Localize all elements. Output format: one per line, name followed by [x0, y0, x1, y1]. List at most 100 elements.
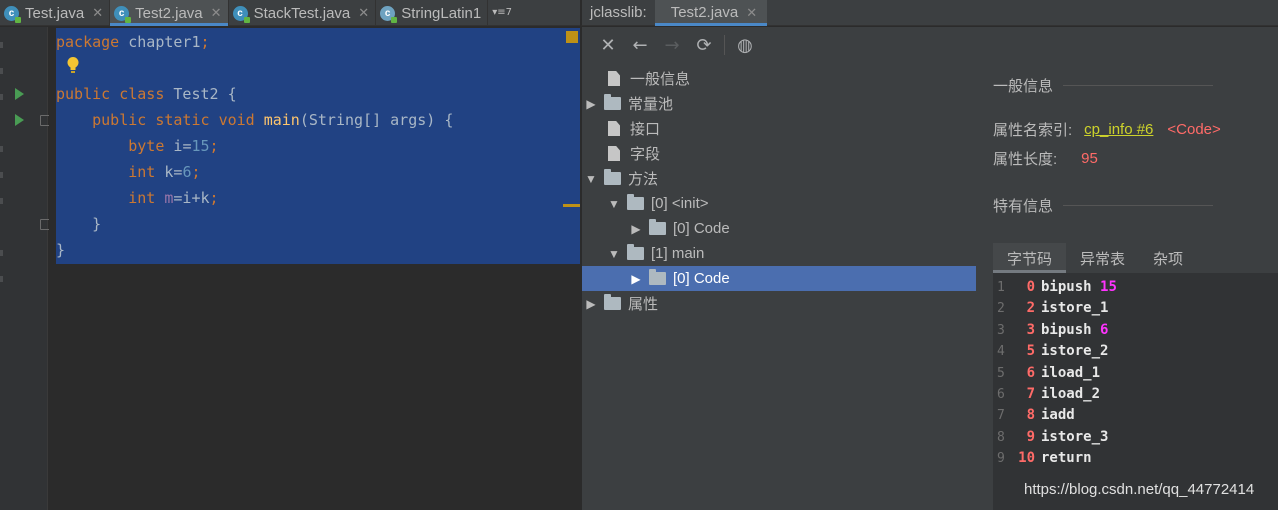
bytecode-line: 8 9 istore_3: [993, 427, 1108, 448]
tab-exception-table[interactable]: 异常表: [1066, 243, 1139, 273]
close-icon[interactable]: ✕: [211, 5, 222, 21]
tree-item-method-init[interactable]: ▼ [0] <init>: [607, 191, 709, 216]
expand-arrow-icon[interactable]: ▶: [629, 222, 643, 236]
attribute-length-row: 属性长度: 95: [993, 148, 1098, 169]
close-icon[interactable]: ✕: [92, 5, 103, 21]
run-class-icon[interactable]: [15, 88, 24, 100]
error-stripe-marker[interactable]: [563, 204, 580, 207]
tab-jclasslib-test2[interactable]: Test2.java ✕: [654, 0, 768, 26]
bytecode-offset: 7: [1026, 386, 1035, 402]
line-number: 6: [997, 387, 1005, 402]
tab-bytecode[interactable]: 字节码: [993, 243, 1067, 273]
line-number: 7: [997, 408, 1005, 424]
folder-icon: [627, 194, 644, 210]
tab-stacktest-java[interactable]: c StackTest.java ✕: [229, 0, 377, 26]
expand-arrow-icon[interactable]: ▶: [584, 97, 598, 111]
line-number: 2: [997, 301, 1005, 317]
collapse-arrow-icon[interactable]: ▼: [607, 197, 621, 211]
bytecode-line: 4 5 istore_2: [993, 341, 1108, 362]
code-line: int k=6;: [56, 159, 200, 185]
closing-brace: }: [92, 215, 102, 233]
tree-item-attributes[interactable]: ▶ 属性: [584, 291, 658, 316]
section-title: 特有信息: [993, 198, 1054, 215]
opcode-argument: 15: [1100, 279, 1117, 295]
expand-arrow-icon[interactable]: ▶: [584, 297, 598, 311]
detail-panel: 一般信息 属性名索引: cp_info #6 <Code> 属性长度: 95 特…: [976, 63, 1278, 510]
lightbulb-icon[interactable]: [66, 56, 80, 74]
line-number: [0, 146, 3, 152]
forward-arrow-icon[interactable]: →: [656, 31, 688, 59]
bytecode-listing[interactable]: 1 0 bipush 15 2 2 istore_1 3 3 bipush 6 4 5 istore_…: [993, 273, 1278, 510]
bytecode-offset: 3: [1026, 321, 1035, 338]
tree-item-label: 常量池: [628, 96, 674, 113]
tab-misc[interactable]: 杂项: [1139, 243, 1197, 273]
line-number: [0, 250, 3, 256]
opcode: istore_1: [1041, 300, 1109, 317]
keyword: void: [218, 111, 255, 129]
line-number: 8: [997, 429, 1005, 445]
tree-item-label: 一般信息: [630, 71, 691, 88]
tree-item-interfaces[interactable]: 接口: [606, 116, 660, 141]
tree-item-init-code[interactable]: ▶ [0] Code: [629, 216, 730, 241]
attribute-name-label: 属性名索引:: [993, 122, 1073, 139]
attribute-name-value: <Code>: [1167, 121, 1221, 138]
tree-item-label: 属性: [628, 296, 659, 313]
keyword: byte: [128, 137, 165, 155]
expression: =i+k: [173, 189, 210, 207]
warning-stripe-marker[interactable]: [566, 31, 578, 43]
toolbar-separator: [724, 35, 725, 55]
bytecode-line: 2 2 istore_1: [993, 298, 1108, 319]
tab-stringlatin1[interactable]: c StringLatin1: [376, 0, 489, 26]
globe-icon[interactable]: ◍: [729, 31, 761, 59]
tab-test-java[interactable]: c Test.java ✕: [0, 0, 111, 26]
tab-test2-java[interactable]: c Test2.java ✕: [110, 0, 229, 26]
section-divider: [1063, 85, 1214, 86]
run-main-icon[interactable]: [15, 114, 24, 126]
opcode: istore_3: [1041, 428, 1109, 445]
tree-item-method-main[interactable]: ▼ [1] main: [607, 241, 704, 266]
tab-label: Test2.java: [135, 4, 203, 22]
code-line: }: [56, 211, 101, 237]
code-line: int m=i+k;: [56, 185, 219, 211]
back-arrow-icon[interactable]: ←: [624, 31, 656, 59]
tree-item-label: [1] main: [651, 245, 705, 262]
closing-brace: }: [56, 241, 66, 259]
collapse-arrow-icon[interactable]: ▼: [607, 247, 621, 261]
line-number: [0, 94, 3, 100]
tree-item-main-code[interactable]: ▶ [0] Code: [582, 266, 976, 291]
line-number: 9: [997, 451, 1005, 467]
collapse-arrow-icon[interactable]: ▼: [584, 172, 598, 186]
folder-icon: [604, 94, 621, 110]
expand-arrow-icon[interactable]: ▶: [629, 272, 643, 286]
opcode: return: [1041, 450, 1092, 467]
jclasslib-header: jclasslib: Test2.java ✕: [581, 0, 1278, 26]
tab-label: Test2.java: [670, 4, 739, 21]
tree-item-methods[interactable]: ▼ 方法: [584, 166, 658, 191]
line-number: 3: [997, 322, 1005, 338]
close-icon[interactable]: ✕: [592, 31, 624, 59]
code-line: }: [56, 237, 65, 263]
opcode-argument: 6: [1100, 321, 1109, 338]
refresh-icon[interactable]: ⟳: [688, 31, 720, 59]
cp-info-link[interactable]: cp_info #6: [1084, 121, 1153, 138]
editor-gutter: [0, 27, 51, 510]
opcode: istore_2: [1041, 343, 1109, 360]
folder-icon: [627, 244, 644, 260]
punctuation: ;: [209, 189, 219, 207]
close-icon[interactable]: ✕: [358, 5, 369, 21]
tab-overflow-menu[interactable]: ▾≡7: [488, 0, 512, 25]
keyword: public: [92, 111, 147, 129]
tree-item-label: [0] Code: [673, 220, 730, 237]
parameters: (String[] args) {: [299, 111, 454, 129]
line-number: 5: [997, 365, 1005, 381]
line-number: [0, 276, 3, 282]
tree-item-constant-pool[interactable]: ▶ 常量池: [584, 91, 673, 116]
section-divider: [1063, 205, 1214, 206]
close-icon[interactable]: ✕: [746, 5, 757, 21]
section-title: 一般信息: [993, 78, 1054, 95]
keyword: int: [128, 189, 156, 207]
opcode: bipush: [1041, 279, 1092, 295]
tree-item-general[interactable]: 一般信息: [606, 66, 690, 91]
file-icon: [608, 146, 620, 161]
tree-item-fields[interactable]: 字段: [606, 141, 660, 166]
